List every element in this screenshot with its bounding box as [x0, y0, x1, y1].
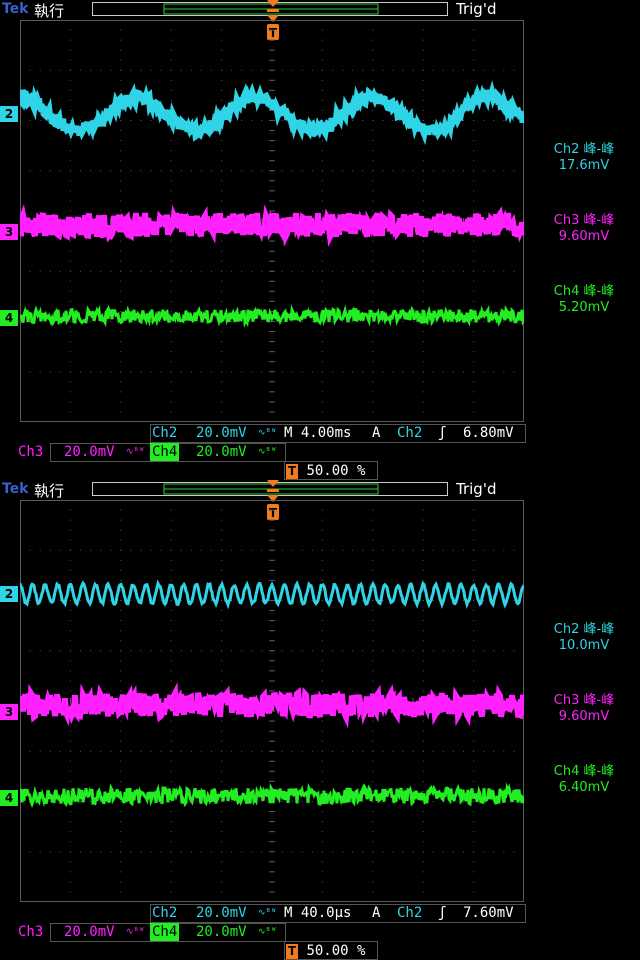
timebase[interactable]: M 4.00ms [284, 424, 351, 442]
measurement-value: 5.20mV [558, 300, 610, 315]
rising-edge-icon: ʃ [438, 425, 447, 441]
bandwidth-icon: ∿ᴮᵂ [126, 927, 145, 937]
ch2-name: Ch2 [152, 425, 178, 441]
ch2-scale[interactable]: 20.0mV [196, 424, 247, 442]
ch3-ground-marker[interactable]: 3 [0, 224, 18, 240]
measurement-label: Ch3 峰-峰 [553, 213, 615, 228]
ch2-measurement: Ch2 峰-峰 17.6mV [528, 142, 640, 174]
ch3-name: Ch3 [18, 924, 44, 940]
ch4-name: Ch4 [150, 923, 180, 941]
measurement-value: 9.60mV [558, 709, 610, 724]
ch2-ground-marker[interactable]: 2 [0, 586, 18, 602]
scope-screen-top: Tek 執行 T Trig'd 2 3 4 Ch2 峰-峰 17.6mV Ch3… [0, 0, 640, 480]
trigger-position[interactable]: T 50.00 % [286, 942, 365, 960]
bandwidth-icon: ∿ᴮᵂ [258, 447, 277, 457]
ch2-waveform [20, 579, 524, 610]
graticule [20, 500, 524, 902]
ch3-waveform [20, 204, 524, 247]
measurement-value: 10.0mV [558, 638, 610, 653]
trigger-mode: A [372, 425, 381, 441]
scope-screen-bottom: Tek 執行 T Trig'd 2 3 4 Ch2 峰-峰 10.0mV Ch3… [0, 480, 640, 960]
bandwidth-icon: ∿ᴮᵂ [126, 447, 145, 457]
ch2-waveform [20, 80, 524, 146]
ch3-scale[interactable]: 20.0mV [64, 443, 115, 461]
brand-logo: Tek [2, 1, 29, 17]
ch2-ground-marker[interactable]: 2 [0, 106, 18, 122]
trigger-position-value: 50.00 % [306, 463, 366, 479]
trigger-position[interactable]: T 50.00 % [286, 462, 365, 480]
run-state: 執行 [34, 482, 65, 500]
trigger-level[interactable]: 7.60mV [463, 904, 514, 922]
trigger-source[interactable]: Ch2 [397, 424, 422, 442]
ch4-scale[interactable]: 20.0mV [196, 923, 247, 941]
ch4-name: Ch4 [150, 443, 180, 461]
trigger-mode: A [372, 905, 381, 921]
bandwidth-icon: ∿ᴮᵂ [258, 428, 277, 438]
brand-logo: Tek [2, 481, 29, 497]
ch3-waveform [20, 682, 524, 729]
bandwidth-icon: ∿ᴮᵂ [258, 927, 277, 937]
ch3-name: Ch3 [18, 444, 44, 460]
bandwidth-icon: ∿ᴮᵂ [258, 908, 277, 918]
run-state: 執行 [34, 2, 65, 20]
graticule [20, 20, 524, 422]
measurement-label: Ch4 峰-峰 [553, 764, 615, 779]
ch2-name: Ch2 [152, 905, 178, 921]
ch4-scale[interactable]: 20.0mV [196, 443, 247, 461]
trigger-level[interactable]: 6.80mV [463, 424, 514, 442]
trigger-t-icon: T [286, 944, 298, 959]
measurement-value: 9.60mV [558, 229, 610, 244]
ch2-measurement: Ch2 峰-峰 10.0mV [528, 622, 640, 654]
trigger-state: Trig'd [456, 0, 497, 18]
ch2-scale[interactable]: 20.0mV [196, 904, 247, 922]
measurement-label: Ch2 峰-峰 [553, 622, 615, 637]
ch4-ground-marker[interactable]: 4 [0, 790, 18, 806]
trigger-position-value: 50.00 % [306, 943, 366, 959]
ch4-measurement: Ch4 峰-峰 5.20mV [528, 284, 640, 316]
measurement-value: 6.40mV [558, 780, 610, 795]
measurement-value: 17.6mV [558, 158, 610, 173]
trigger-t-icon: T [286, 464, 298, 479]
ch3-measurement: Ch3 峰-峰 9.60mV [528, 213, 640, 245]
measurement-label: Ch3 峰-峰 [553, 693, 615, 708]
ch4-ground-marker[interactable]: 4 [0, 310, 18, 326]
measurement-label: Ch4 峰-峰 [553, 284, 615, 299]
measurement-label: Ch2 峰-峰 [553, 142, 615, 157]
ch3-ground-marker[interactable]: 3 [0, 704, 18, 720]
header-bar: Tek 執行 T Trig'd [0, 480, 640, 520]
ch3-scale[interactable]: 20.0mV [64, 923, 115, 941]
ch4-waveform [20, 782, 524, 809]
rising-edge-icon: ʃ [438, 905, 447, 921]
header-bar: Tek 執行 T Trig'd [0, 0, 640, 40]
ch3-measurement: Ch3 峰-峰 9.60mV [528, 693, 640, 725]
trigger-source[interactable]: Ch2 [397, 904, 422, 922]
timebase[interactable]: M 40.0µs [284, 904, 351, 922]
trigger-state: Trig'd [456, 480, 497, 498]
ch4-measurement: Ch4 峰-峰 6.40mV [528, 764, 640, 796]
